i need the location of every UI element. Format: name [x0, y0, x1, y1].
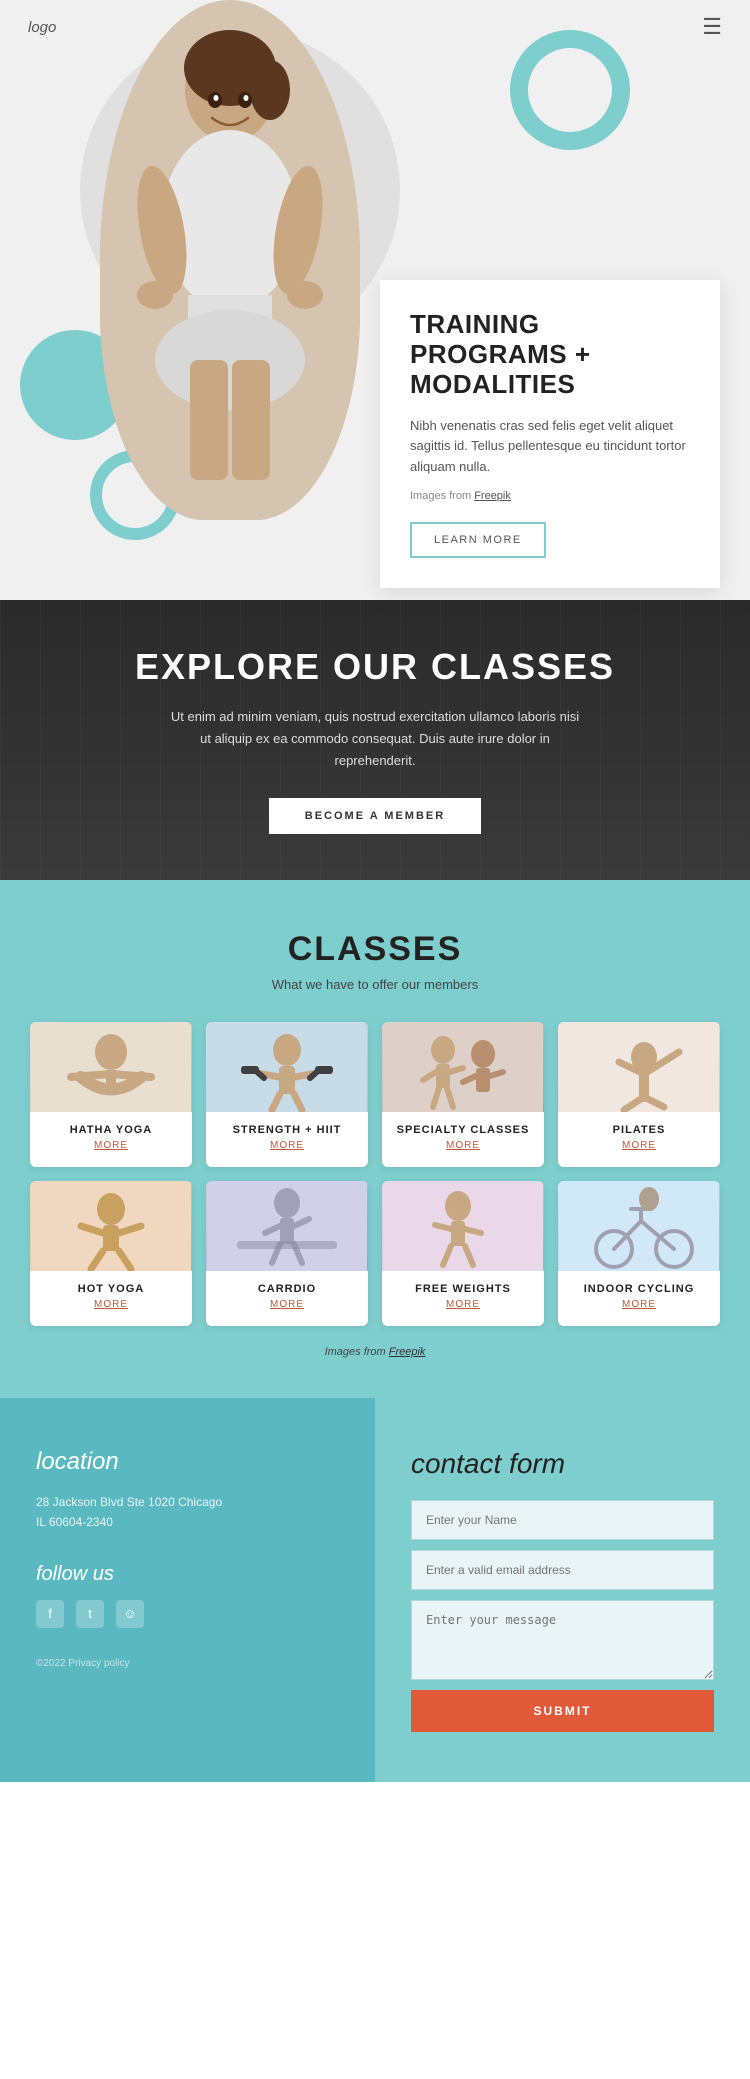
class-card-strength-hiit: STRENGTH + HIIT MORE — [206, 1022, 368, 1167]
class-image-free-weights — [382, 1181, 544, 1271]
explore-title: EXPLORE OUR CLASSES — [135, 646, 615, 688]
classes-section: CLASSES What we have to offer our member… — [0, 880, 750, 1398]
class-card-free-weights: FREE WEIGHTS MORE — [382, 1181, 544, 1326]
class-name-specialty: SPECIALTY CLASSES — [397, 1124, 530, 1136]
instagram-icon[interactable]: ☺ — [116, 1600, 144, 1628]
class-more-free-weights[interactable]: MORE — [446, 1299, 480, 1310]
class-more-hatha-yoga[interactable]: MORE — [94, 1140, 128, 1151]
class-image-hatha-yoga — [30, 1022, 192, 1112]
class-name-hatha-yoga: HATHA YOGA — [70, 1124, 153, 1136]
contact-form-title: contact form — [411, 1448, 714, 1480]
class-more-hot-yoga[interactable]: MORE — [94, 1299, 128, 1310]
contact-panel: contact form SUBMIT — [375, 1398, 750, 1782]
header: logo ☰ — [0, 0, 750, 54]
class-more-pilates[interactable]: MORE — [622, 1140, 656, 1151]
class-name-free-weights: FREE WEIGHTS — [415, 1283, 511, 1295]
class-name-hot-yoga: HOT YOGA — [78, 1283, 144, 1295]
class-image-strength-hiit — [206, 1022, 368, 1112]
class-name-strength-hiit: STRENGTH + HIIT — [233, 1124, 342, 1136]
contact-name-input[interactable] — [411, 1500, 714, 1540]
class-card-specialty: SPECIALTY CLASSES MORE — [382, 1022, 544, 1167]
hero-person-image — [100, 0, 360, 520]
location-address: 28 Jackson Blvd Ste 1020 Chicago IL 6060… — [36, 1492, 339, 1533]
bottom-section: location 28 Jackson Blvd Ste 1020 Chicag… — [0, 1398, 750, 1782]
class-card-cardio: CARRDIO MORE — [206, 1181, 368, 1326]
classes-grid: HATHA YOGA MORE STRENGTH + HIIT MORE SPE… — [30, 1022, 720, 1326]
hero-section: TRAINING PROGRAMS + MODALITIES Nibh vene… — [0, 0, 750, 600]
freepik-link[interactable]: Freepik — [474, 490, 511, 502]
learn-more-button[interactable]: LEARN MORE — [410, 522, 546, 558]
classes-title: CLASSES — [30, 930, 720, 969]
contact-message-input[interactable] — [411, 1600, 714, 1680]
class-image-specialty — [382, 1022, 544, 1112]
class-image-hot-yoga — [30, 1181, 192, 1271]
class-image-indoor-cycling — [558, 1181, 720, 1271]
explore-section: EXPLORE OUR CLASSES Ut enim ad minim ven… — [0, 600, 750, 880]
class-image-cardio — [206, 1181, 368, 1271]
class-card-indoor-cycling: INDOOR CYCLING MORE — [558, 1181, 720, 1326]
explore-description: Ut enim ad minim veniam, quis nostrud ex… — [165, 706, 585, 772]
class-name-indoor-cycling: INDOOR CYCLING — [584, 1283, 695, 1295]
classes-subtitle: What we have to offer our members — [30, 977, 720, 992]
facebook-icon[interactable]: f — [36, 1600, 64, 1628]
classes-image-credit: Images from Freepik — [30, 1346, 720, 1358]
class-name-cardio: CARRDIO — [258, 1283, 316, 1295]
class-image-pilates — [558, 1022, 720, 1112]
privacy-text: ©2022 Privacy policy — [36, 1658, 339, 1669]
contact-submit-button[interactable]: SUBMIT — [411, 1690, 714, 1732]
class-more-indoor-cycling[interactable]: MORE — [622, 1299, 656, 1310]
person-silhouette — [100, 0, 360, 520]
become-member-button[interactable]: BECOME A MEMBER — [269, 798, 481, 834]
hero-title: TRAINING PROGRAMS + MODALITIES — [410, 310, 690, 400]
class-card-hot-yoga: HOT YOGA MORE — [30, 1181, 192, 1326]
class-more-cardio[interactable]: MORE — [270, 1299, 304, 1310]
logo: logo — [28, 19, 56, 36]
location-panel: location 28 Jackson Blvd Ste 1020 Chicag… — [0, 1398, 375, 1782]
follow-us-title: follow us — [36, 1563, 339, 1586]
contact-email-input[interactable] — [411, 1550, 714, 1590]
class-name-pilates: PILATES — [613, 1124, 666, 1136]
hamburger-menu-icon[interactable]: ☰ — [702, 14, 722, 40]
location-title: location — [36, 1448, 339, 1476]
class-more-specialty[interactable]: MORE — [446, 1140, 480, 1151]
class-card-hatha-yoga: HATHA YOGA MORE — [30, 1022, 192, 1167]
class-card-pilates: PILATES MORE — [558, 1022, 720, 1167]
classes-freepik-link[interactable]: Freepik — [389, 1346, 426, 1358]
social-icons-container: f t ☺ — [36, 1600, 339, 1628]
hero-card: TRAINING PROGRAMS + MODALITIES Nibh vene… — [380, 280, 720, 588]
contact-form: SUBMIT — [411, 1500, 714, 1732]
hero-image-credit: Images from Freepik — [410, 488, 690, 506]
class-more-strength-hiit[interactable]: MORE — [270, 1140, 304, 1151]
hero-description: Nibh venenatis cras sed felis eget velit… — [410, 416, 690, 478]
twitter-icon[interactable]: t — [76, 1600, 104, 1628]
